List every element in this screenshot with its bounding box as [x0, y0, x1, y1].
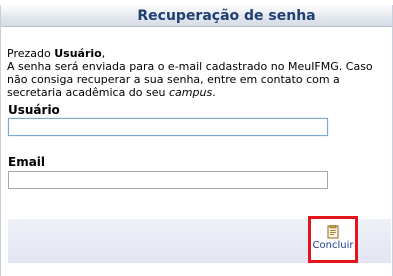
title-bar: Recuperação de senha [1, 5, 392, 27]
password-recovery-panel: Recuperação de senha Prezado Usuário, A s… [0, 5, 393, 276]
document-check-icon [327, 225, 339, 239]
greeting-suffix: , [101, 47, 106, 60]
email-input[interactable] [8, 171, 328, 189]
greeting-name: Usuário [54, 47, 102, 60]
greeting-prefix: Prezado [7, 47, 55, 60]
submit-highlight: Concluir [308, 216, 358, 263]
instructions-end: . [212, 86, 216, 99]
username-input[interactable] [8, 118, 328, 136]
campus-word: campus [168, 86, 213, 99]
instructions-text: Prezado Usuário, A senha será enviada par… [7, 47, 389, 99]
page-title: Recuperação de senha [137, 8, 316, 24]
username-label: Usuário [8, 103, 60, 117]
email-label: Email [8, 155, 46, 169]
concluir-label: Concluir [312, 240, 354, 251]
concluir-button[interactable]: Concluir [311, 225, 355, 252]
